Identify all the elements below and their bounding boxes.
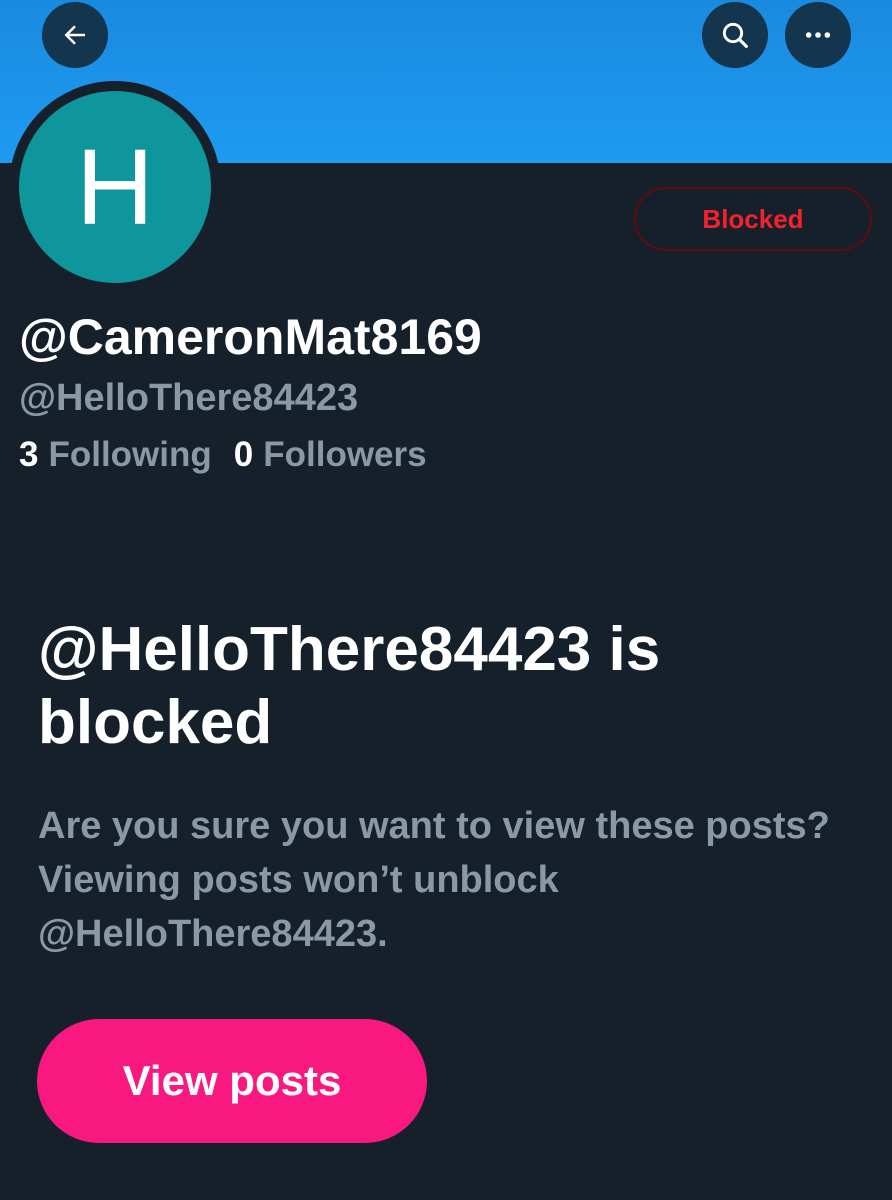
following-link[interactable]: 3 Following: [19, 435, 212, 475]
following-label: Following: [48, 435, 212, 474]
search-icon: [722, 22, 748, 48]
avatar[interactable]: H: [19, 91, 211, 283]
blocked-description: Are you sure you want to view these post…: [38, 805, 830, 955]
follow-stats: 3 Following 0 Followers: [19, 435, 427, 475]
arrow-left-icon: [64, 25, 85, 45]
followers-label: Followers: [263, 435, 427, 474]
back-button[interactable]: [42, 2, 108, 68]
blocked-title: @HelloThere84423 is blocked: [38, 615, 661, 757]
followers-count: 0: [233, 435, 254, 474]
avatar-letter: H: [76, 126, 154, 247]
blocked-button[interactable]: Blocked: [634, 187, 872, 251]
view-posts-button[interactable]: View posts: [37, 1019, 427, 1143]
followers-link[interactable]: 0 Followers: [233, 435, 427, 475]
display-name: @CameronMat8169: [19, 309, 482, 365]
more-options-button[interactable]: [785, 2, 851, 68]
more-horizontal-icon: [805, 32, 831, 38]
following-count: 3: [19, 435, 39, 474]
profile-handle: @HelloThere84423: [19, 377, 359, 419]
search-button[interactable]: [702, 2, 768, 68]
